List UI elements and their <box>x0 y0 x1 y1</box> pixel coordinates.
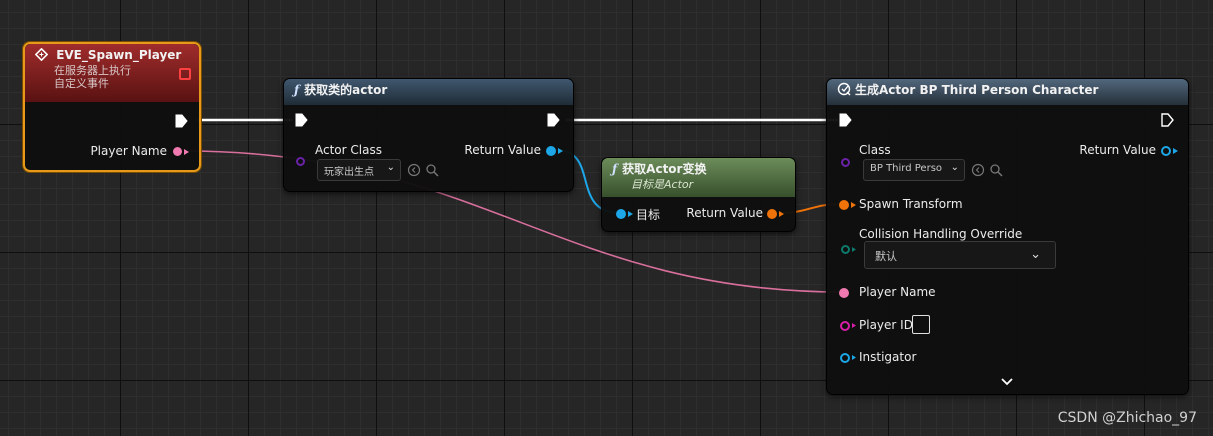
function-icon: ƒ <box>294 83 300 97</box>
instigator-label: Instigator <box>859 350 917 364</box>
use-selected-icon[interactable] <box>407 163 421 177</box>
pin-arrow-icon <box>184 149 189 155</box>
event-player-name-label: Player Name <box>90 144 167 158</box>
chevron-down-icon: ⌄ <box>386 162 395 173</box>
pin-arrow-icon <box>852 247 856 252</box>
class-pin[interactable] <box>841 158 850 167</box>
browse-search-icon[interactable] <box>989 163 1003 177</box>
event-diamond-icon <box>34 47 49 62</box>
player-name-pin[interactable] <box>839 288 849 298</box>
pin-arrow-icon <box>779 211 784 217</box>
instigator-pin[interactable] <box>840 353 850 363</box>
spawn-actor-title: 生成Actor BP Third Person Character <box>855 83 1099 97</box>
player-id-pin[interactable] <box>840 321 850 331</box>
player-id-input[interactable] <box>912 315 930 334</box>
get-actor-return-label: Return Value <box>464 143 541 157</box>
actor-class-label: Actor Class <box>315 143 382 157</box>
function-icon: ƒ <box>612 162 618 176</box>
spawn-return-label: Return Value <box>1079 143 1156 157</box>
chevron-down-icon: ⌄ <box>950 162 959 173</box>
pin-arrow-icon <box>1173 148 1178 154</box>
actor-class-dropdown[interactable]: 玩家出生点 ⌄ <box>317 159 401 181</box>
event-subtitle-1: 在服务器上执行 <box>54 64 131 77</box>
player-id-label: Player ID <box>859 318 913 332</box>
target-pin[interactable] <box>616 209 626 219</box>
actor-class-value: 玩家出生点 <box>324 167 374 178</box>
replication-flag-icon <box>179 68 191 80</box>
collision-pin[interactable] <box>841 245 850 254</box>
transform-return-label: Return Value <box>686 206 763 220</box>
collision-label: Collision Handling Override <box>859 227 1023 241</box>
event-node-header: EVE_Spawn_Player 在服务器上执行 自定义事件 <box>25 44 199 102</box>
use-selected-icon[interactable] <box>971 163 985 177</box>
get-actor-transform-title: 获取Actor变换 <box>622 162 707 176</box>
pin-arrow-icon <box>628 211 633 217</box>
event-subtitle-2: 自定义事件 <box>54 77 109 90</box>
get-actor-exec-out-pin[interactable] <box>547 113 560 127</box>
browse-search-icon[interactable] <box>425 163 439 177</box>
class-dropdown[interactable]: BP Third Perso ⌄ <box>863 159 965 181</box>
pin-arrow-icon <box>558 148 563 154</box>
class-label: Class <box>859 143 891 157</box>
class-value: BP Third Perso <box>870 163 943 174</box>
get-actor-exec-in-pin[interactable] <box>295 113 308 127</box>
get-actor-of-class-title: 获取类的actor <box>304 83 388 97</box>
chevron-down-icon: ⌄ <box>1030 247 1041 262</box>
event-player-name-pin[interactable] <box>173 147 182 156</box>
get-actor-of-class-node[interactable]: ƒ 获取类的actor Actor Class 玩家出生点 ⌄ Return Va… <box>283 78 574 192</box>
get-actor-transform-subtitle: 目标是Actor <box>631 178 694 191</box>
event-exec-out-pin[interactable] <box>175 114 188 128</box>
spawn-actor-icon <box>837 82 851 96</box>
pin-arrow-icon <box>851 202 856 208</box>
event-title: EVE_Spawn_Player <box>56 48 182 62</box>
get-actor-return-pin[interactable] <box>546 146 556 156</box>
spawn-transform-pin[interactable] <box>839 200 849 210</box>
transform-return-pin[interactable] <box>767 209 777 219</box>
player-name-label: Player Name <box>859 285 936 299</box>
spawn-actor-header: 生成Actor BP Third Person Character <box>827 79 1188 105</box>
collision-value: 默认 <box>875 250 897 263</box>
event-node-eve-spawn-player[interactable]: EVE_Spawn_Player 在服务器上执行 自定义事件 Player Na… <box>23 42 201 172</box>
collision-dropdown[interactable]: 默认 ⌄ <box>864 241 1056 269</box>
target-label: 目标 <box>636 208 661 222</box>
spawn-return-pin[interactable] <box>1161 146 1171 156</box>
pin-arrow-icon <box>852 323 856 328</box>
watermark: CSDN @Zhichao_97 <box>1057 410 1197 426</box>
pin-arrow-icon <box>852 355 856 360</box>
actor-class-pin[interactable] <box>296 157 305 166</box>
spawn-exec-out-pin[interactable] <box>1161 113 1174 127</box>
spawn-exec-in-pin[interactable] <box>839 113 852 127</box>
expand-chevron-icon[interactable] <box>1001 378 1013 386</box>
spawn-actor-node[interactable]: 生成Actor BP Third Person Character Class … <box>826 78 1189 395</box>
get-actor-of-class-header: ƒ 获取类的actor <box>284 79 573 105</box>
spawn-transform-label: Spawn Transform <box>859 197 963 211</box>
get-actor-transform-header: ƒ 获取Actor变换 目标是Actor <box>602 158 795 197</box>
get-actor-transform-node[interactable]: ƒ 获取Actor变换 目标是Actor 目标 Return Value <box>601 157 796 232</box>
